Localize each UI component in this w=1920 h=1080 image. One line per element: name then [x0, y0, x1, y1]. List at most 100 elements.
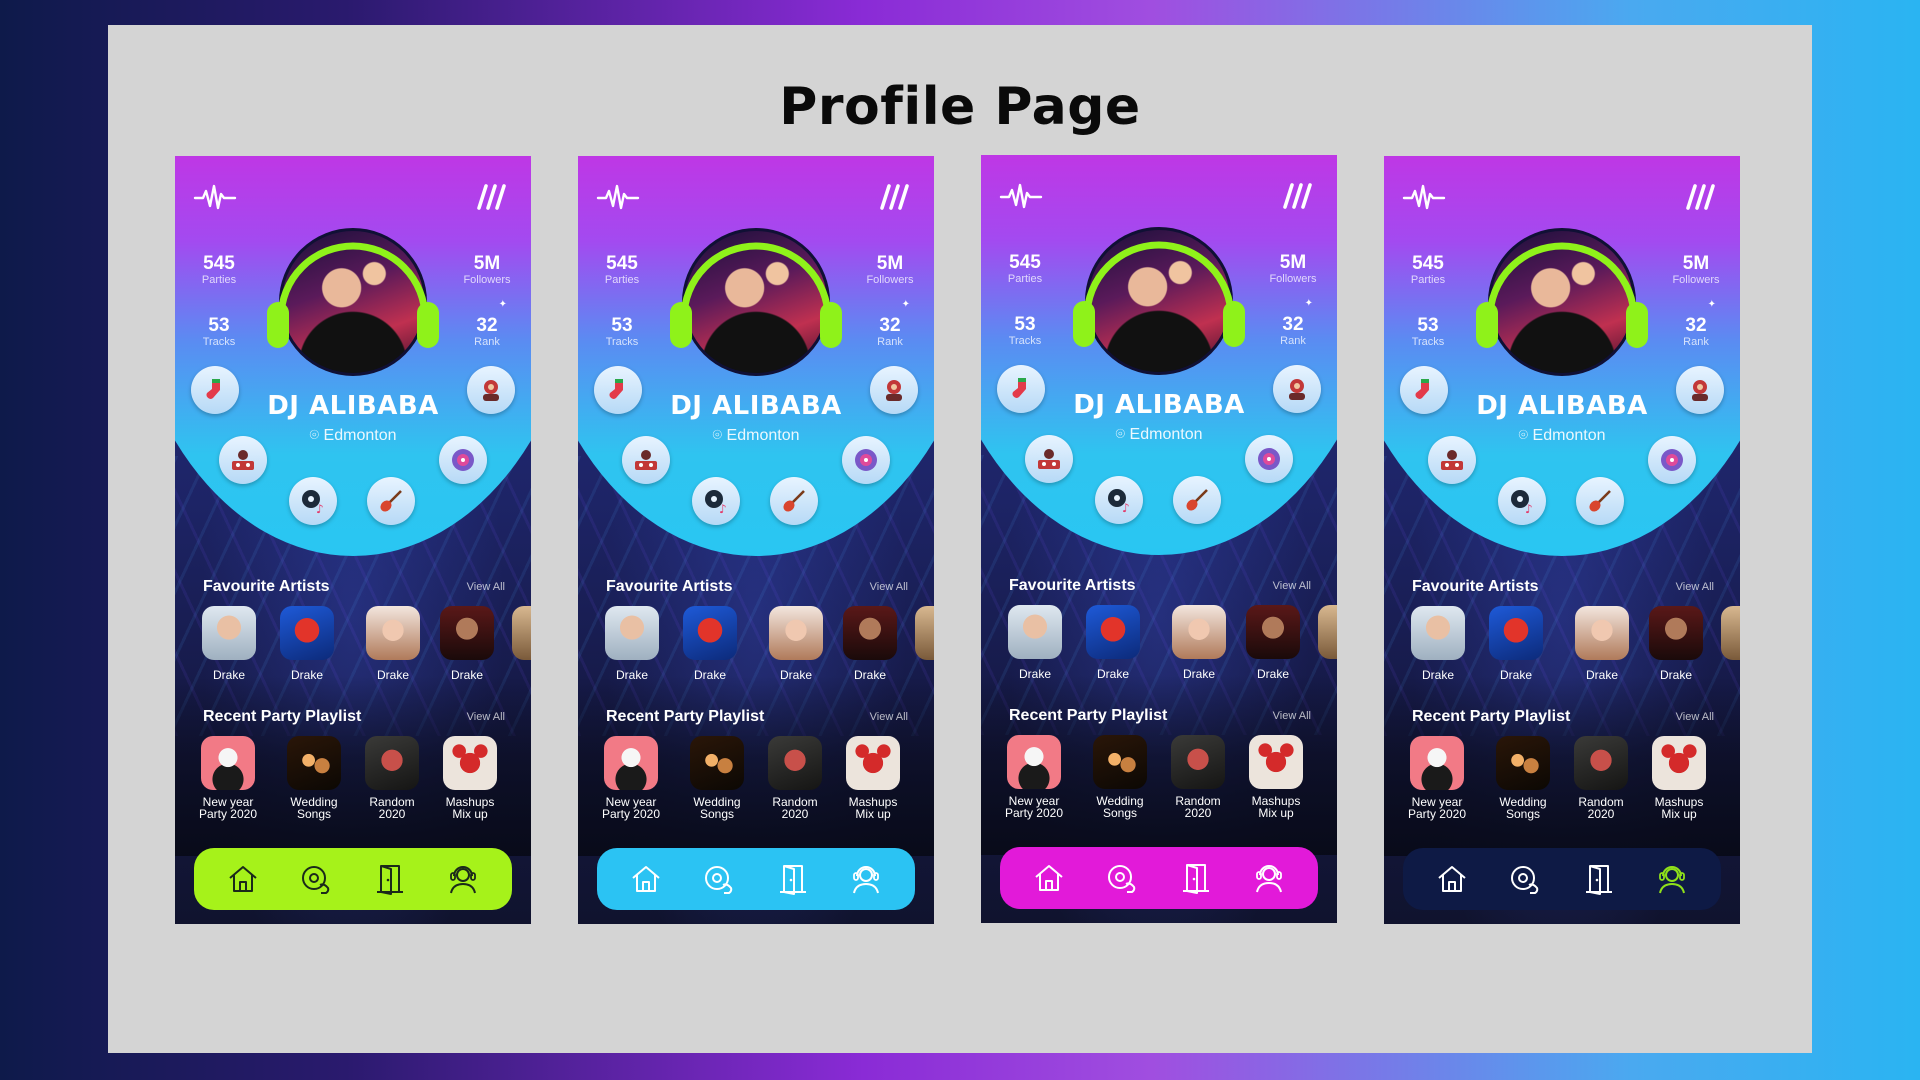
artist-item[interactable]: Drake [1572, 606, 1632, 682]
nav-turntable[interactable] [1102, 858, 1142, 898]
playlist-cover [1496, 736, 1550, 790]
genre-vinyl-icon[interactable] [1648, 436, 1696, 484]
artist-item[interactable]: D [509, 606, 531, 682]
nav-home[interactable] [223, 859, 263, 899]
artist-item[interactable]: Drake [1005, 605, 1065, 681]
genre-guitar-icon[interactable] [1576, 477, 1624, 525]
artist-item[interactable]: Drake [1646, 606, 1706, 682]
artist-item[interactable]: D [912, 606, 934, 682]
genre-dj-avatar-icon[interactable] [870, 366, 918, 414]
waveform-icon[interactable] [999, 181, 1043, 211]
genre-cd-music-icon[interactable]: ♪ [1095, 476, 1143, 524]
playlist-item[interactable]: Mashups Mix up [1638, 736, 1720, 820]
recent-playlist-view-all[interactable]: View All [1273, 710, 1311, 722]
nav-dj-profile[interactable] [1652, 859, 1692, 899]
genre-dj-avatar-icon[interactable] [1273, 365, 1321, 413]
genre-cd-music-icon[interactable]: ♪ [692, 477, 740, 525]
genre-sock-icon[interactable] [1400, 366, 1448, 414]
playlist-item[interactable]: Mashups Mix up [429, 736, 511, 820]
favourite-artists-view-all[interactable]: View All [1676, 581, 1714, 593]
genre-sock-icon[interactable] [997, 365, 1045, 413]
playlist-item[interactable]: Random 2020 [1157, 735, 1239, 819]
playlist-item[interactable]: New year Party 2020 [590, 736, 672, 820]
waveform-icon[interactable] [596, 182, 640, 212]
menu-slashes-icon[interactable] [872, 182, 916, 212]
genre-dj-mixer-icon[interactable] [1428, 436, 1476, 484]
playlist-item[interactable]: Wedding Songs [273, 736, 355, 820]
genre-guitar-icon[interactable] [367, 477, 415, 525]
artist-item[interactable]: Drake [840, 606, 900, 682]
playlist-item[interactable]: New year Party 2020 [187, 736, 269, 820]
artist-item[interactable]: D [1718, 606, 1740, 682]
avatar-with-headphones[interactable] [1470, 218, 1654, 388]
artist-item[interactable]: D [1315, 605, 1337, 681]
nav-door[interactable] [1176, 858, 1216, 898]
recent-playlist-view-all[interactable]: View All [467, 711, 505, 723]
nav-turntable[interactable] [1505, 859, 1545, 899]
genre-dj-mixer-icon[interactable] [219, 436, 267, 484]
nav-dj-profile[interactable] [443, 859, 483, 899]
favourite-artists-view-all[interactable]: View All [870, 581, 908, 593]
nav-door[interactable] [370, 859, 410, 899]
genre-sock-icon[interactable] [191, 366, 239, 414]
nav-turntable[interactable] [699, 859, 739, 899]
favourite-artists-view-all[interactable]: View All [467, 581, 505, 593]
menu-slashes-icon[interactable] [1275, 181, 1319, 211]
artist-item[interactable]: Drake [277, 606, 337, 682]
playlist-item[interactable]: New year Party 2020 [993, 735, 1075, 819]
avatar-with-headphones[interactable] [1067, 217, 1251, 387]
artist-item[interactable]: Drake [1243, 605, 1303, 681]
genre-vinyl-icon[interactable] [1245, 435, 1293, 483]
genre-dj-avatar-icon[interactable] [467, 366, 515, 414]
playlist-item[interactable]: Wedding Songs [676, 736, 758, 820]
waveform-icon[interactable] [193, 182, 237, 212]
genre-dj-avatar-icon[interactable] [1676, 366, 1724, 414]
artist-item[interactable]: Drake [1408, 606, 1468, 682]
nav-home[interactable] [1029, 858, 1069, 898]
stat-rank-value: 32 [1685, 315, 1707, 336]
artist-item[interactable]: Drake [199, 606, 259, 682]
recent-playlist-view-all[interactable]: View All [1676, 711, 1714, 723]
waveform-icon[interactable] [1402, 182, 1446, 212]
artist-item[interactable]: Drake [1486, 606, 1546, 682]
nav-turntable[interactable] [296, 859, 336, 899]
stat-followers: 5M Followers [1666, 254, 1726, 287]
avatar-with-headphones[interactable] [261, 218, 445, 388]
genre-sock-icon[interactable] [594, 366, 642, 414]
artist-item[interactable]: Drake [1083, 605, 1143, 681]
artist-item[interactable]: Drake [437, 606, 497, 682]
genre-cd-music-icon[interactable]: ♪ [289, 477, 337, 525]
favourite-artists-view-all[interactable]: View All [1273, 580, 1311, 592]
nav-home[interactable] [626, 859, 666, 899]
genre-vinyl-icon[interactable] [439, 436, 487, 484]
genre-guitar-icon[interactable] [1173, 476, 1221, 524]
artist-item[interactable]: Drake [602, 606, 662, 682]
avatar-with-headphones[interactable] [664, 218, 848, 388]
menu-slashes-icon[interactable] [1678, 182, 1722, 212]
playlist-item[interactable]: Random 2020 [351, 736, 433, 820]
genre-vinyl-icon[interactable] [842, 436, 890, 484]
nav-dj-profile[interactable] [1249, 858, 1289, 898]
dj-person-icon [853, 866, 880, 894]
nav-home[interactable] [1432, 859, 1472, 899]
artist-item[interactable]: Drake [680, 606, 740, 682]
nav-dj-profile[interactable] [846, 859, 886, 899]
genre-guitar-icon[interactable] [770, 477, 818, 525]
recent-playlist-view-all[interactable]: View All [870, 711, 908, 723]
nav-door[interactable] [1579, 859, 1619, 899]
playlist-item[interactable]: Random 2020 [754, 736, 836, 820]
playlist-item[interactable]: Wedding Songs [1079, 735, 1161, 819]
menu-slashes-icon[interactable] [469, 182, 513, 212]
artist-item[interactable]: Drake [766, 606, 826, 682]
nav-door[interactable] [773, 859, 813, 899]
playlist-item[interactable]: Random 2020 [1560, 736, 1642, 820]
genre-dj-mixer-icon[interactable] [622, 436, 670, 484]
playlist-item[interactable]: Wedding Songs [1482, 736, 1564, 820]
artist-item[interactable]: Drake [1169, 605, 1229, 681]
genre-dj-mixer-icon[interactable] [1025, 435, 1073, 483]
genre-cd-music-icon[interactable]: ♪ [1498, 477, 1546, 525]
playlist-item[interactable]: Mashups Mix up [1235, 735, 1317, 819]
playlist-item[interactable]: New year Party 2020 [1396, 736, 1478, 820]
artist-item[interactable]: Drake [363, 606, 423, 682]
playlist-item[interactable]: Mashups Mix up [832, 736, 914, 820]
